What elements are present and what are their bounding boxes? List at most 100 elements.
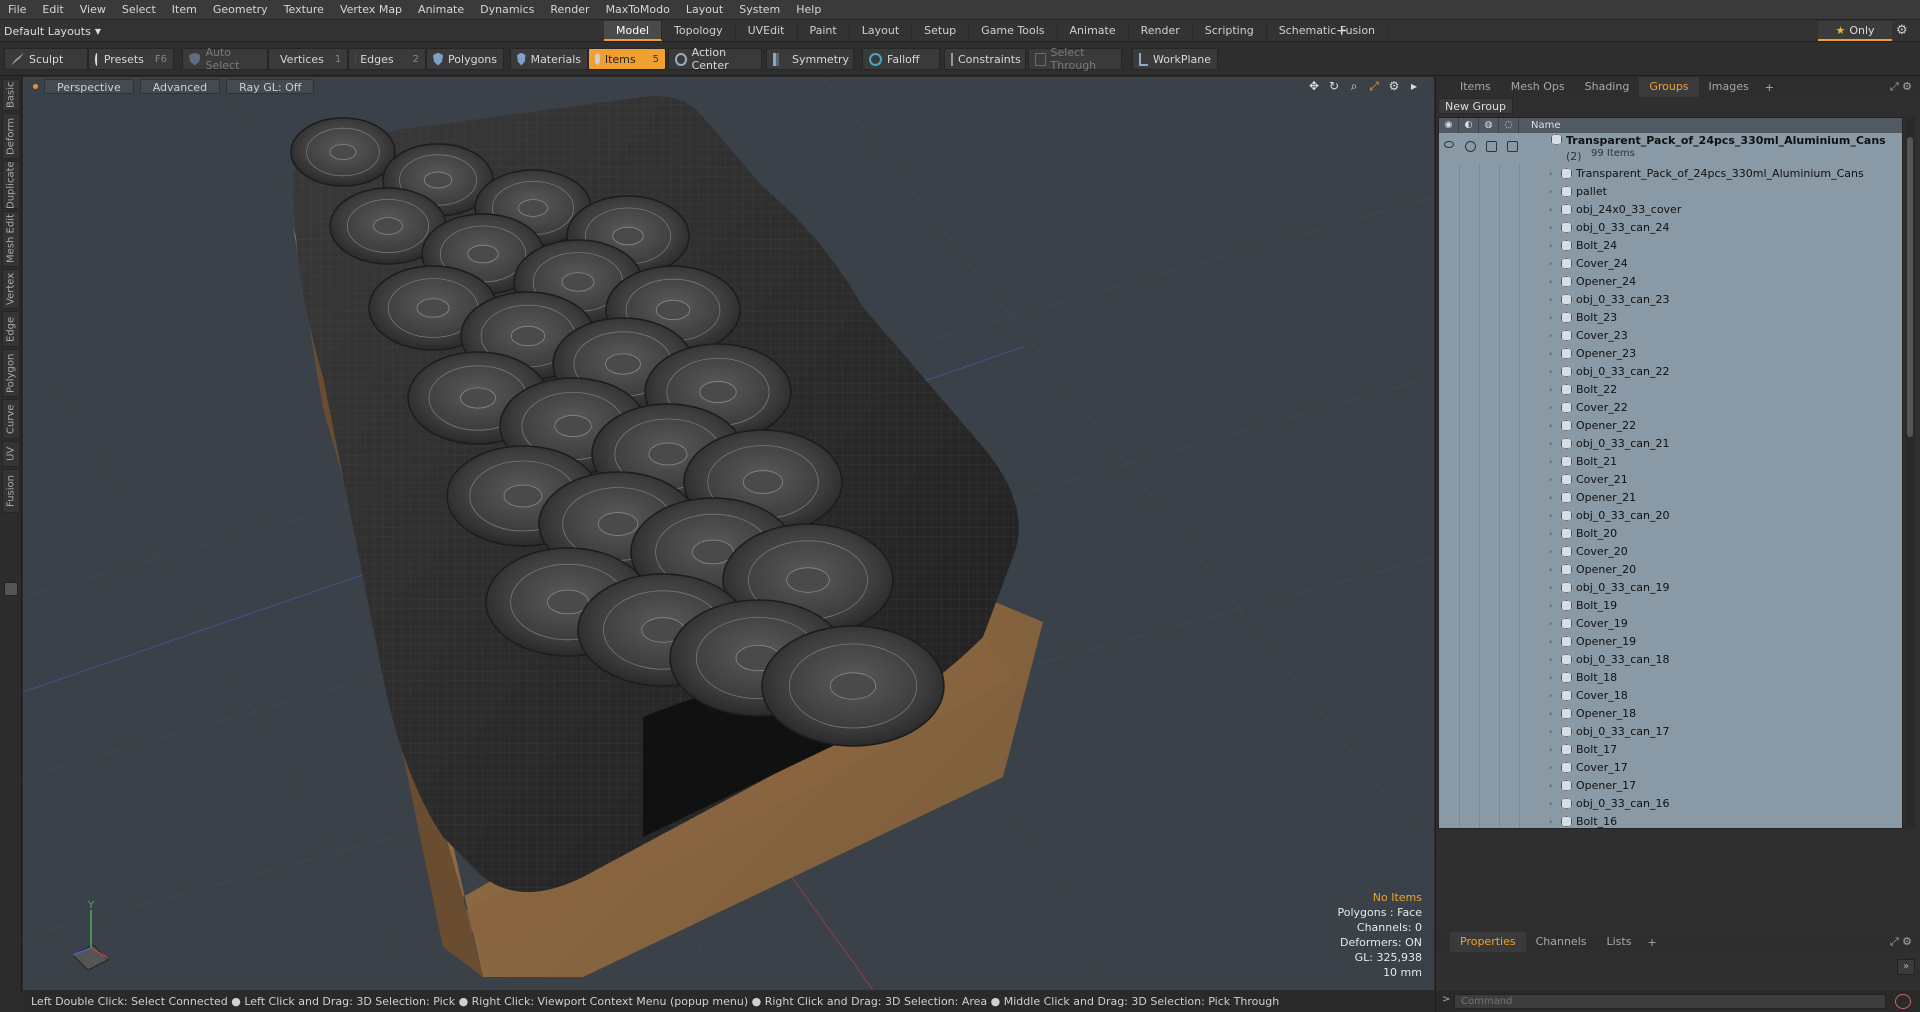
group-item-row[interactable]: › Bolt_22 [1439,381,1902,399]
action-center-button[interactable]: Action Center [668,46,762,72]
add-panel-tab-button[interactable]: + [1759,81,1780,94]
materials-button[interactable]: Materials [510,48,588,70]
group-item-row[interactable]: › obj_0_33_can_16 [1439,795,1902,813]
constraints-button[interactable]: Constraints [944,48,1026,70]
expand-arrow-icon[interactable]: » [1897,959,1915,975]
layout-dropdown[interactable]: Default Layouts ▼ [4,22,101,40]
eye-icon[interactable] [1444,141,1454,148]
left-tab-uv[interactable]: UV [2,441,20,467]
expand-arrow-icon[interactable]: › [1549,273,1552,291]
auto-select-button[interactable]: Auto Select [182,46,268,72]
move-view-icon[interactable]: ✥ [1308,79,1320,94]
group-item-row[interactable]: › Cover_23 [1439,327,1902,345]
tree-scrollbar[interactable] [1905,117,1915,829]
tab-model[interactable]: Model [604,21,663,41]
tab-uvedit[interactable]: UVEdit [736,21,798,41]
group-item-row[interactable]: › pallet [1439,183,1902,201]
shading-mode-button[interactable]: Advanced [139,78,221,94]
raygl-button[interactable]: Ray GL: Off [226,78,315,94]
left-tab-polygon[interactable]: Polygon [2,349,20,397]
select-through-button[interactable]: Select Through [1028,46,1122,72]
expand-arrow-icon[interactable]: › [1549,255,1552,273]
bottom-tab-channels[interactable]: Channels [1526,932,1597,952]
menu-select[interactable]: Select [114,0,164,20]
group-item-row[interactable]: › Opener_21 [1439,489,1902,507]
viewport-gear-icon[interactable]: ⚙ [1388,79,1400,94]
lock-column-icon[interactable]: ◍ [1479,118,1499,133]
group-item-row[interactable]: › obj_0_33_can_24 [1439,219,1902,237]
tab-render[interactable]: Render [1129,21,1193,41]
panel-tab-images[interactable]: Images [1699,77,1759,97]
group-item-row[interactable]: › Bolt_24 [1439,237,1902,255]
select-column-icon[interactable]: ◌ [1499,118,1519,133]
expand-arrow-icon[interactable]: › [1549,741,1552,759]
group-item-row[interactable]: › obj_0_33_can_21 [1439,435,1902,453]
menu-texture[interactable]: Texture [276,0,332,20]
group-item-row[interactable]: › Cover_21 [1439,471,1902,489]
group-item-row[interactable]: › obj_0_33_can_17 [1439,723,1902,741]
command-input[interactable] [1454,994,1886,1009]
group-item-row[interactable]: › Bolt_23 [1439,309,1902,327]
expand-arrow-icon[interactable]: › [1549,669,1552,687]
render-toggle[interactable] [1465,141,1476,152]
expand-arrow-icon[interactable]: › [1549,327,1552,345]
group-item-row[interactable]: › Opener_24 [1439,273,1902,291]
group-item-row[interactable]: › Opener_19 [1439,633,1902,651]
falloff-button[interactable]: Falloff [862,48,940,70]
menu-view[interactable]: View [72,0,114,20]
group-item-row[interactable]: › obj_24x0_33_cover [1439,201,1902,219]
expand-arrow-icon[interactable]: › [1549,507,1552,525]
group-item-row[interactable]: › Cover_18 [1439,687,1902,705]
gear-icon[interactable]: ⚙ [1896,21,1908,41]
command-history-button[interactable] [1895,994,1911,1009]
workplane-button[interactable]: WorkPlane [1132,48,1218,70]
symmetry-button[interactable]: Symmetry [766,48,854,70]
expand-arrow-icon[interactable]: › [1549,597,1552,615]
group-item-row[interactable]: › Cover_24 [1439,255,1902,273]
view-mode-button[interactable]: Perspective [44,78,134,94]
group-item-row[interactable]: › Opener_20 [1439,561,1902,579]
sculpt-button[interactable]: Sculpt [4,48,88,70]
group-item-row[interactable]: › Bolt_19 [1439,597,1902,615]
menu-geometry[interactable]: Geometry [205,0,276,20]
menu-item[interactable]: Item [164,0,205,20]
vertices-button[interactable]: Vertices 1 [268,48,348,70]
left-tab-edge[interactable]: Edge [2,311,20,347]
polygons-button[interactable]: Polygons [426,48,504,70]
menu-help[interactable]: Help [788,0,829,20]
select-toggle[interactable] [1507,141,1518,152]
group-item-row[interactable]: › Cover_20 [1439,543,1902,561]
only-button[interactable]: ★ Only [1818,21,1892,41]
presets-button[interactable]: Presets F6 [88,48,174,70]
group-root-row[interactable]: Transparent_Pack_of_24pcs_330ml_Aluminiu… [1439,133,1902,165]
expand-arrow-icon[interactable]: › [1549,237,1552,255]
expand-arrow-icon[interactable]: › [1549,471,1552,489]
group-item-row[interactable]: › obj_0_33_can_19 [1439,579,1902,597]
menu-vertex-map[interactable]: Vertex Map [332,0,410,20]
expand-arrow-icon[interactable]: › [1549,561,1552,579]
expand-arrow-icon[interactable]: › [1549,219,1552,237]
rotate-view-icon[interactable]: ↻ [1328,79,1340,94]
expand-arrow-icon[interactable]: › [1549,453,1552,471]
group-item-row[interactable]: › obj_0_33_can_18 [1439,651,1902,669]
group-item-row[interactable]: › Cover_17 [1439,759,1902,777]
expand-arrow-icon[interactable]: › [1549,633,1552,651]
menu-edit[interactable]: Edit [34,0,71,20]
group-item-row[interactable]: › Opener_18 [1439,705,1902,723]
left-tab-mesh-edit[interactable]: Mesh Edit [2,211,20,267]
expand-arrow-icon[interactable]: › [1549,183,1552,201]
panel-tab-shading[interactable]: Shading [1575,77,1640,97]
expand-arrow-icon[interactable]: › [1549,759,1552,777]
render-column-icon[interactable]: ◐ [1459,118,1479,133]
left-tab-duplicate[interactable]: Duplicate [2,161,20,209]
expand-arrow-icon[interactable]: › [1549,165,1552,183]
zoom-view-icon[interactable]: ⌕ [1348,79,1360,94]
bottom-expand-icon[interactable]: ⤢ ⚙ [1890,935,1912,949]
left-tab-fusion[interactable]: Fusion [2,469,20,513]
group-item-row[interactable]: › Transparent_Pack_of_24pcs_330ml_Alumini… [1439,165,1902,183]
left-tab-deform[interactable]: Deform [2,113,20,159]
group-item-row[interactable]: › obj_0_33_can_22 [1439,363,1902,381]
menu-file[interactable]: File [0,0,34,20]
left-tab-vertex[interactable]: Vertex [2,269,20,309]
panel-tab-items[interactable]: Items [1450,77,1501,97]
